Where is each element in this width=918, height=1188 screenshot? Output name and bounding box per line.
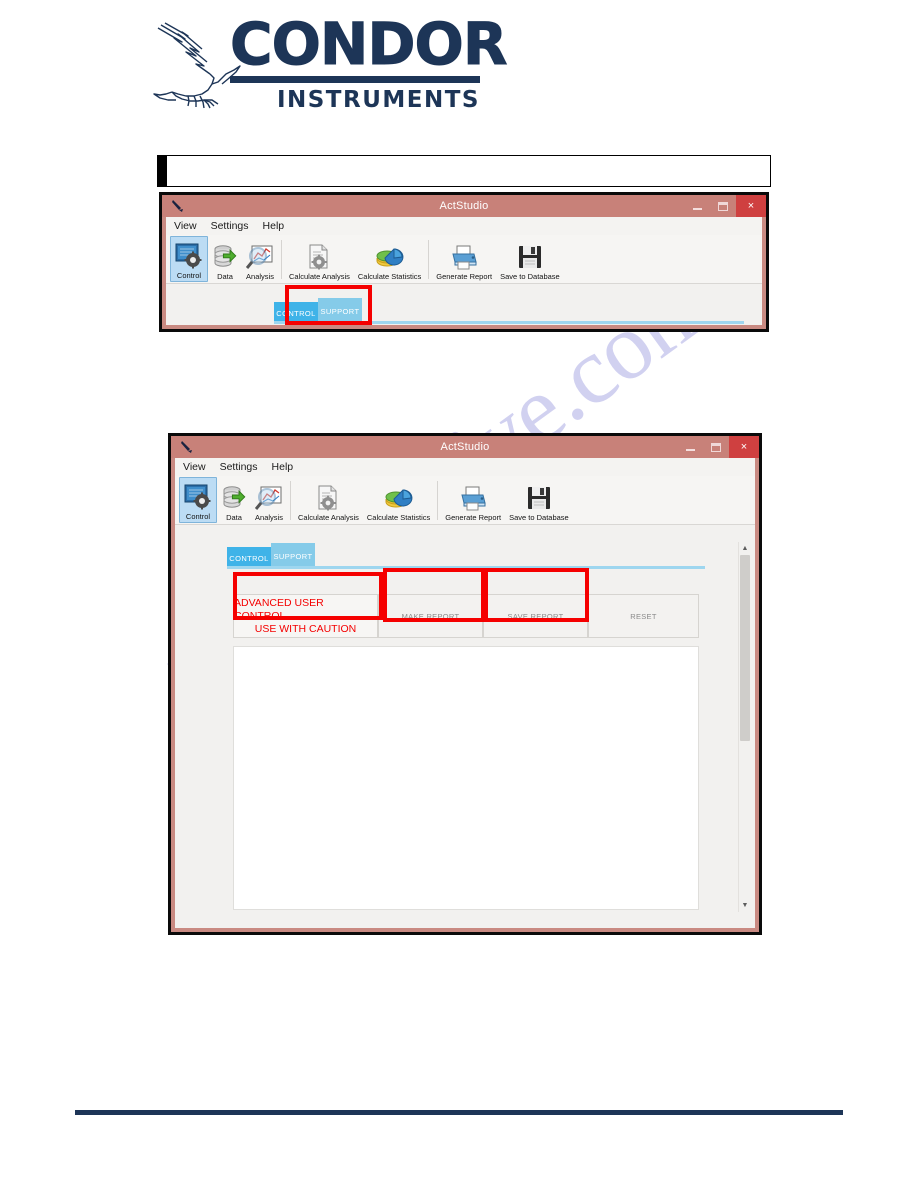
toolbar-label-generate-report: Generate Report [436, 272, 493, 281]
warning-line-2: USE WITH CAUTION [254, 622, 357, 635]
content-vertical-scrollbar[interactable]: ▲ ▼ [738, 542, 751, 912]
document-gear-icon [316, 484, 340, 512]
actstudio-window-top: ActStudio × View Settings Help Control D… [159, 192, 769, 332]
highlight-advanced-warning [233, 572, 383, 620]
control-panel-icon [175, 242, 203, 270]
toolbar-button-save-to-database[interactable]: Save to Database [496, 236, 564, 282]
menu-item-help[interactable]: Help [263, 220, 285, 232]
menu-item-view[interactable]: View [174, 220, 197, 232]
window2-body: View Settings Help Control Data Analysis… [175, 458, 755, 928]
printer-icon [459, 484, 487, 512]
toolbar-button-generate-report[interactable]: Generate Report [432, 236, 496, 282]
close-button[interactable]: × [736, 195, 766, 217]
maximize-button[interactable] [710, 195, 736, 217]
toolbar-button-calculate-analysis[interactable]: Calculate Analysis [294, 477, 363, 523]
window1-toolbar: Control Data Analysis Calculate Analysis… [166, 235, 762, 284]
printer-icon [450, 243, 478, 271]
toolbar-separator [437, 481, 439, 520]
toolbar-label-data: Data [226, 513, 242, 522]
magnifier-chart-icon [255, 484, 283, 512]
scroll-up-arrow-icon[interactable]: ▲ [739, 542, 751, 555]
minimize-button[interactable] [677, 436, 703, 458]
magnifier-chart-icon [246, 243, 274, 271]
toolbar-button-analysis[interactable]: Analysis [251, 477, 287, 523]
report-output-panel[interactable] [233, 646, 699, 910]
window1-titlebar[interactable]: ActStudio × [162, 195, 766, 217]
toolbar-label-calculate-statistics: Calculate Statistics [357, 272, 422, 281]
database-icon [212, 243, 238, 271]
toolbar-label-data: Data [217, 272, 233, 281]
toolbar-label-save-to-database: Save to Database [509, 513, 569, 522]
menu-item-settings[interactable]: Settings [220, 461, 258, 473]
minimize-button[interactable] [684, 195, 710, 217]
highlight-support-tab-window1 [285, 285, 372, 325]
toolbar-button-save-to-database[interactable]: Save to Database [505, 477, 573, 523]
toolbar-label-analysis: Analysis [255, 513, 283, 522]
floppy-disk-icon [526, 484, 552, 512]
toolbar-button-calculate-statistics[interactable]: Calculate Statistics [354, 236, 425, 282]
window1-title: ActStudio [439, 200, 489, 212]
maximize-button[interactable] [703, 436, 729, 458]
toolbar-button-calculate-analysis[interactable]: Calculate Analysis [285, 236, 354, 282]
floppy-disk-icon [517, 243, 543, 271]
toolbar-separator [281, 240, 282, 279]
menu-item-view[interactable]: View [183, 461, 206, 473]
document-gear-icon [307, 243, 331, 271]
caption-box-left-bar [157, 155, 167, 187]
pie-chart-icon [385, 484, 413, 512]
toolbar-button-analysis[interactable]: Analysis [242, 236, 278, 282]
empty-caption-box [157, 155, 771, 187]
toolbar-label-calculate-analysis: Calculate Analysis [289, 272, 350, 281]
toolbar-button-calculate-statistics[interactable]: Calculate Statistics [363, 477, 434, 523]
toolbar-label-control: Control [176, 271, 202, 280]
toolbar-label-calculate-analysis: Calculate Analysis [298, 513, 359, 522]
toolbar-button-control[interactable]: Control [170, 236, 208, 282]
toolbar-button-control[interactable]: Control [179, 477, 217, 523]
close-button[interactable]: × [729, 436, 759, 458]
footer-divider-rule [75, 1110, 843, 1115]
toolbar-button-data[interactable]: Data [217, 477, 251, 523]
toolbar-separator [290, 481, 291, 520]
scroll-down-arrow-icon[interactable]: ▼ [739, 899, 751, 912]
toolbar-label-generate-report: Generate Report [445, 513, 502, 522]
highlight-save-report-button [484, 568, 589, 622]
window1-body: View Settings Help Control Data Analysis… [166, 217, 762, 325]
logo-subtitle: INSTRUMENTS [276, 87, 480, 113]
menu-item-help[interactable]: Help [272, 461, 294, 473]
window1-menubar: View Settings Help [166, 217, 762, 235]
logo-wordmark: CONDOR [230, 10, 509, 78]
condor-instruments-logo: CONDOR INSTRUMENTS [152, 10, 509, 113]
toolbar-label-analysis: Analysis [246, 272, 274, 281]
menu-item-settings[interactable]: Settings [211, 220, 249, 232]
scrollbar-track[interactable] [739, 555, 751, 899]
window2-tabstrip: CONTROL SUPPORT [227, 543, 705, 569]
window2-title: ActStudio [440, 441, 490, 453]
window2-toolbar: Control Data Analysis Calculate Analysis… [175, 476, 755, 525]
scrollbar-thumb[interactable] [740, 555, 750, 741]
window2-caption-buttons: × [677, 436, 759, 458]
actstudio-app-icon [180, 440, 194, 454]
toolbar-button-generate-report[interactable]: Generate Report [441, 477, 505, 523]
pie-chart-icon [376, 243, 404, 271]
reset-button[interactable]: RESET [588, 594, 699, 638]
toolbar-label-save-to-database: Save to Database [500, 272, 560, 281]
toolbar-separator [428, 240, 430, 279]
highlight-make-report-button [383, 568, 485, 622]
window2-menubar: View Settings Help [175, 458, 755, 476]
window1-caption-buttons: × [684, 195, 766, 217]
toolbar-label-calculate-statistics: Calculate Statistics [366, 513, 431, 522]
toolbar-label-control: Control [185, 512, 211, 521]
actstudio-app-icon [171, 199, 185, 213]
control-panel-icon [184, 483, 212, 511]
actstudio-window-bottom: ActStudio × View Settings Help Control D… [168, 433, 762, 935]
toolbar-button-data[interactable]: Data [208, 236, 242, 282]
database-icon [221, 484, 247, 512]
window2-titlebar[interactable]: ActStudio × [171, 436, 759, 458]
